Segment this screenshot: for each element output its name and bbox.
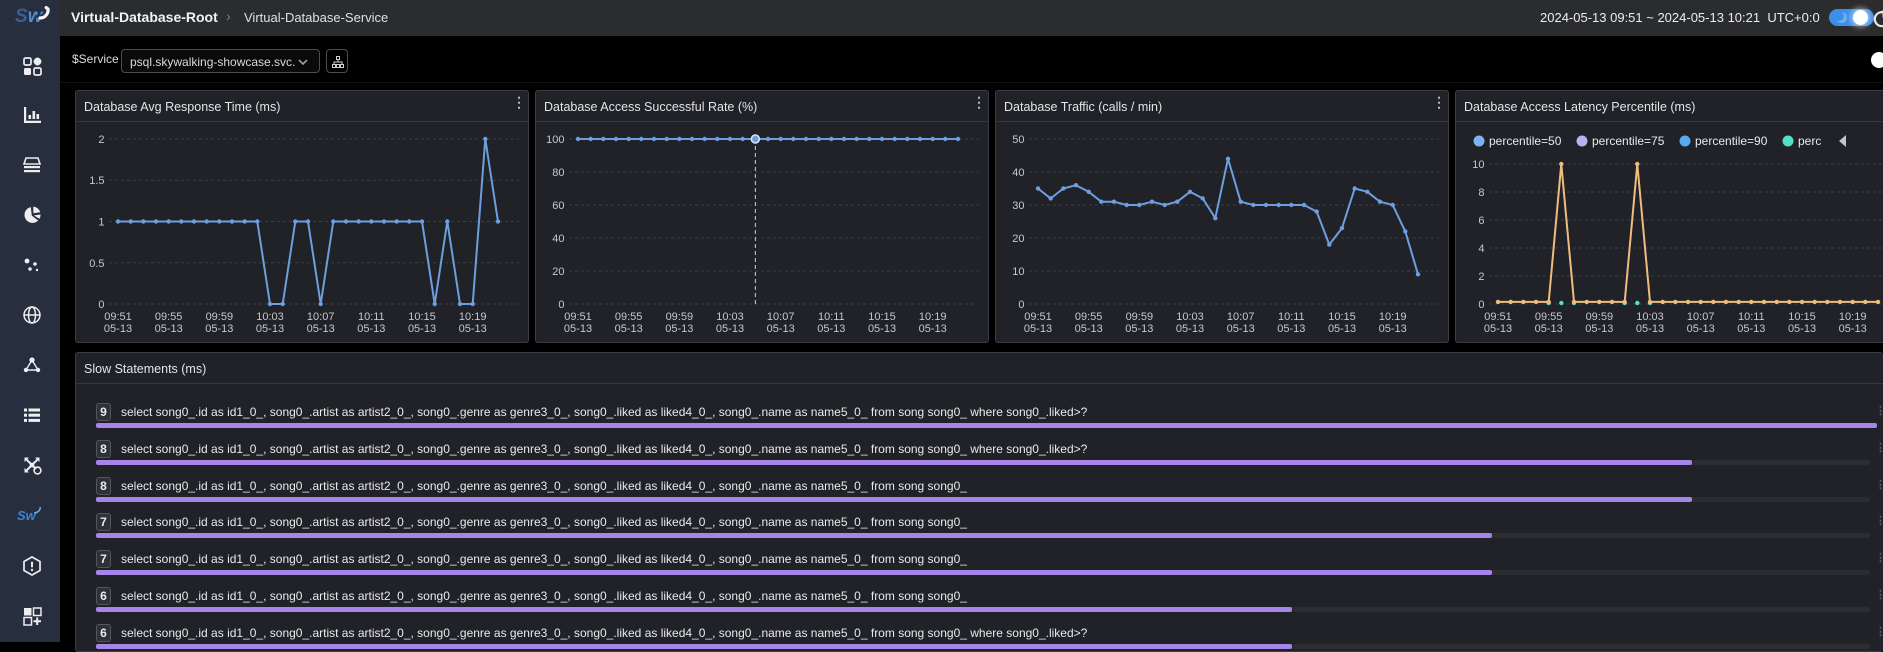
svg-text:09:5905-13: 09:5905-13: [1585, 311, 1613, 335]
svg-text:0: 0: [1478, 299, 1484, 311]
svg-text:10:0705-13: 10:0705-13: [1227, 311, 1255, 335]
svg-text:20: 20: [1012, 233, 1024, 245]
svg-text:10:0305-13: 10:0305-13: [256, 311, 284, 335]
svg-text:10: 10: [1472, 159, 1484, 171]
svg-text:0: 0: [98, 299, 104, 311]
svg-text:09:5105-13: 09:5105-13: [564, 311, 592, 335]
svg-text:10:1505-13: 10:1505-13: [1788, 311, 1816, 335]
svg-text:09:5105-13: 09:5105-13: [104, 311, 132, 335]
svg-text:40: 40: [552, 233, 564, 245]
svg-text:4: 4: [1478, 243, 1484, 255]
svg-text:perc: perc: [1798, 134, 1821, 148]
svg-text:09:5505-13: 09:5505-13: [1075, 311, 1103, 335]
svg-text:10:0705-13: 10:0705-13: [307, 311, 335, 335]
svg-text:8: 8: [1478, 187, 1484, 199]
svg-text:0: 0: [558, 299, 564, 311]
svg-text:100: 100: [546, 134, 564, 146]
svg-text:09:5105-13: 09:5105-13: [1484, 311, 1512, 335]
svg-text:10:1905-13: 10:1905-13: [1839, 311, 1867, 335]
svg-text:50: 50: [1012, 134, 1024, 146]
svg-text:10:1905-13: 10:1905-13: [919, 311, 947, 335]
svg-text:1: 1: [98, 217, 104, 229]
svg-text:10:1105-13: 10:1105-13: [1277, 311, 1305, 335]
svg-text:60: 60: [552, 200, 564, 212]
svg-text:percentile=50: percentile=50: [1489, 134, 1562, 148]
svg-text:0.5: 0.5: [89, 258, 104, 270]
svg-text:10:1905-13: 10:1905-13: [459, 311, 487, 335]
svg-text:2: 2: [98, 134, 104, 146]
svg-text:10:1505-13: 10:1505-13: [1328, 311, 1356, 335]
svg-text:10:0305-13: 10:0305-13: [716, 311, 744, 335]
svg-text:10:1105-13: 10:1105-13: [1737, 311, 1765, 335]
svg-text:09:5505-13: 09:5505-13: [155, 311, 183, 335]
svg-text:2: 2: [1478, 271, 1484, 283]
svg-text:20: 20: [552, 266, 564, 278]
svg-text:10:1505-13: 10:1505-13: [868, 311, 896, 335]
svg-text:30: 30: [1012, 200, 1024, 212]
svg-text:6: 6: [1478, 215, 1484, 227]
svg-text:09:5105-13: 09:5105-13: [1024, 311, 1052, 335]
svg-text:10: 10: [1012, 266, 1024, 278]
svg-text:10:1505-13: 10:1505-13: [408, 311, 436, 335]
svg-text:09:5905-13: 09:5905-13: [1125, 311, 1153, 335]
svg-text:09:5905-13: 09:5905-13: [665, 311, 693, 335]
svg-text:10:1905-13: 10:1905-13: [1379, 311, 1407, 335]
svg-text:0: 0: [1018, 299, 1024, 311]
svg-text:10:0705-13: 10:0705-13: [767, 311, 795, 335]
svg-text:percentile=75: percentile=75: [1592, 134, 1665, 148]
svg-text:10:0705-13: 10:0705-13: [1687, 311, 1715, 335]
svg-text:10:0305-13: 10:0305-13: [1636, 311, 1664, 335]
svg-text:1.5: 1.5: [89, 175, 104, 187]
svg-text:percentile=90: percentile=90: [1695, 134, 1768, 148]
svg-text:10:1105-13: 10:1105-13: [817, 311, 845, 335]
svg-text:09:5905-13: 09:5905-13: [205, 311, 233, 335]
svg-text:10:1105-13: 10:1105-13: [357, 311, 385, 335]
svg-text:10:0305-13: 10:0305-13: [1176, 311, 1204, 335]
svg-text:09:5505-13: 09:5505-13: [1535, 311, 1563, 335]
svg-text:09:5505-13: 09:5505-13: [615, 311, 643, 335]
svg-text:80: 80: [552, 167, 564, 179]
svg-text:40: 40: [1012, 167, 1024, 179]
